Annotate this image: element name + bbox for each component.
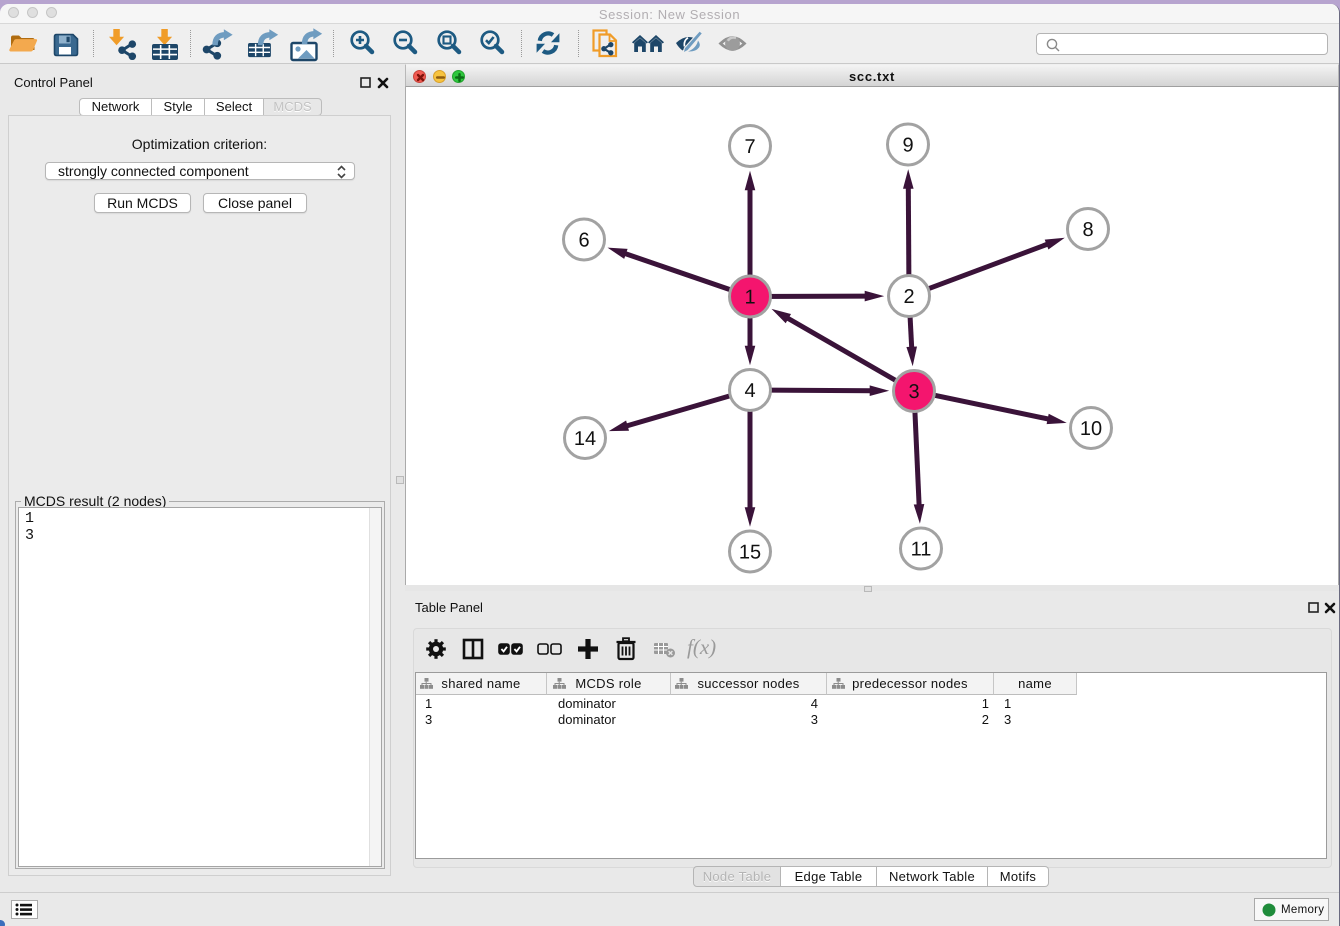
svg-text:10: 10	[1080, 418, 1102, 440]
svg-text:7: 7	[744, 136, 755, 158]
svg-text:15: 15	[739, 542, 761, 564]
svg-text:6: 6	[578, 230, 589, 252]
svg-text:8: 8	[1082, 219, 1093, 241]
svg-text:1: 1	[744, 287, 755, 309]
svg-text:9: 9	[902, 135, 913, 157]
svg-text:3: 3	[908, 381, 919, 403]
svg-text:4: 4	[744, 380, 755, 402]
svg-text:11: 11	[911, 539, 932, 561]
svg-text:2: 2	[903, 286, 914, 308]
svg-text:14: 14	[574, 428, 596, 450]
